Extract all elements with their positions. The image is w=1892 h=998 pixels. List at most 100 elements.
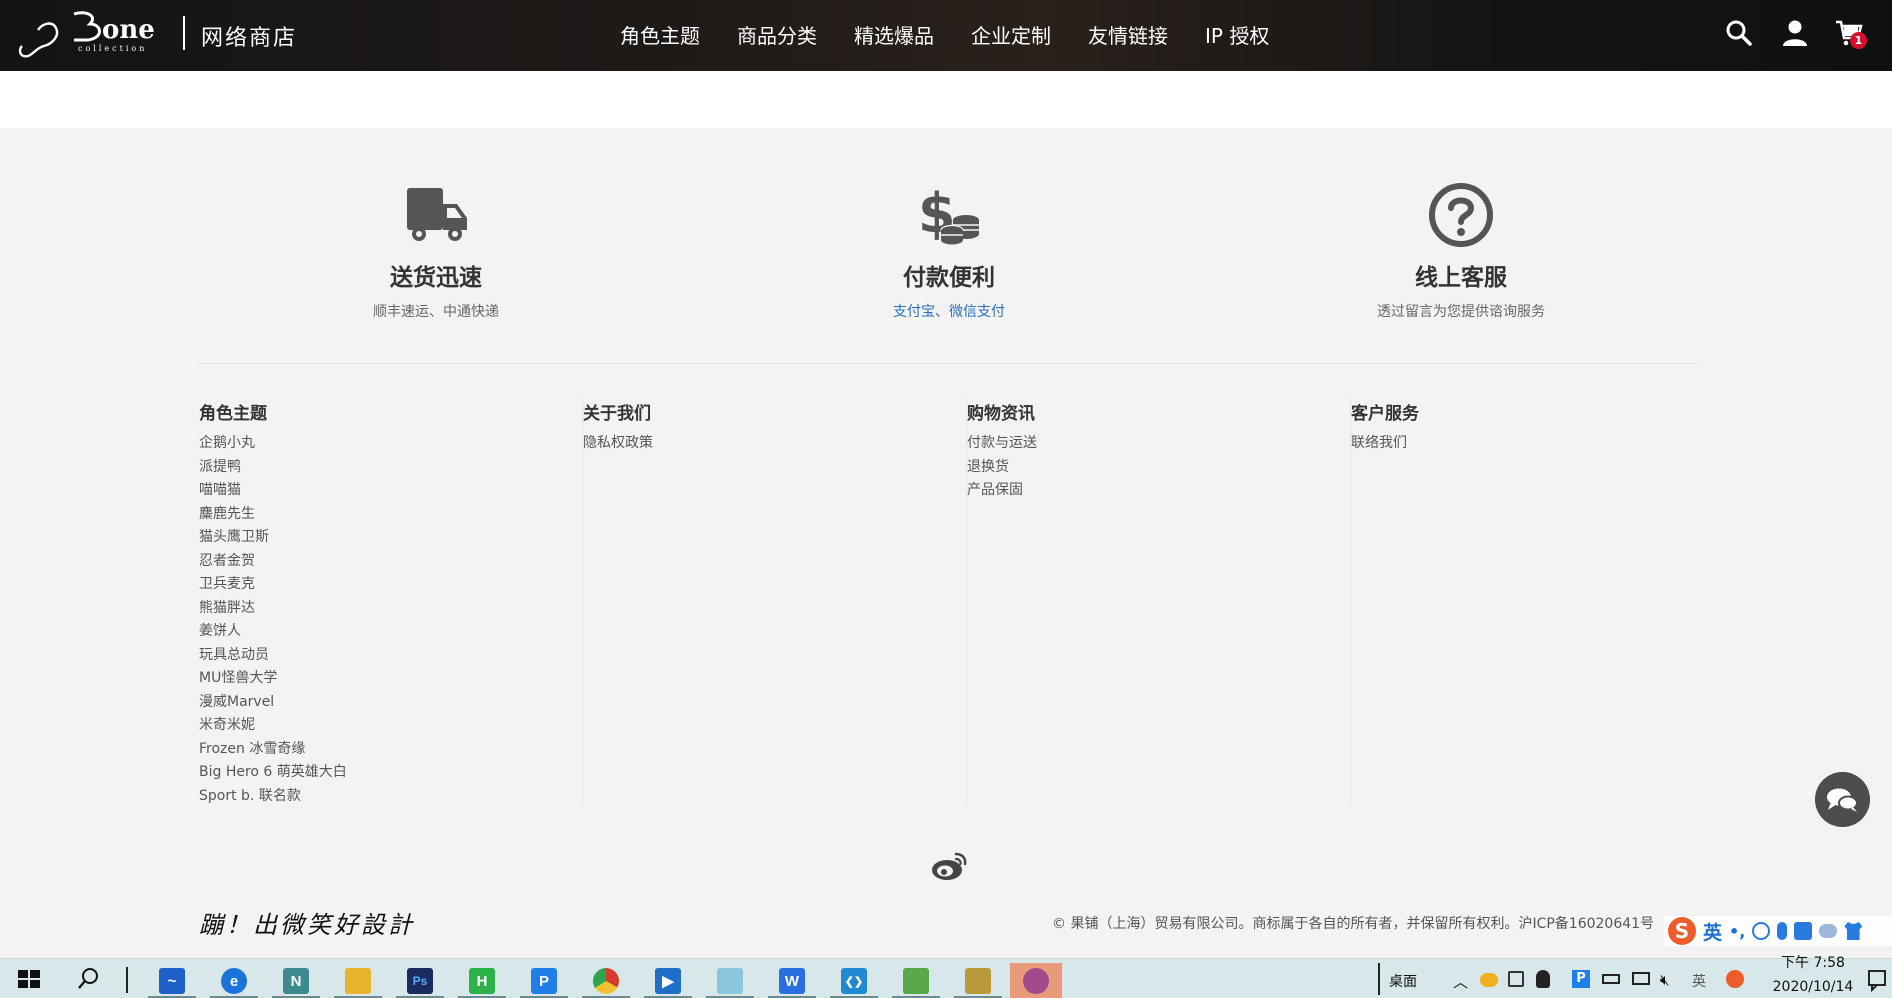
- footer-link[interactable]: 付款与运送: [967, 432, 1350, 456]
- screen-tray-icon[interactable]: [1508, 971, 1524, 987]
- nav-item-enterprise-custom[interactable]: 企业定制: [971, 20, 1051, 49]
- footer-col-title: 角色主题: [199, 404, 267, 424]
- footer-link[interactable]: 漫威Marvel: [199, 691, 582, 715]
- taskbar-app-file-explorer[interactable]: [332, 963, 384, 998]
- sogou-tray-icon[interactable]: [1726, 970, 1744, 988]
- search-icon[interactable]: [1724, 18, 1754, 48]
- taskbar-app-notepad-plus[interactable]: N: [270, 963, 322, 998]
- qq-tray-icon[interactable]: [1536, 970, 1550, 988]
- taskbar-app-music[interactable]: [1010, 963, 1062, 998]
- footer-link[interactable]: 姜饼人: [199, 620, 582, 644]
- folder-app-icon: [965, 968, 991, 994]
- ime-tray-indicator[interactable]: 英: [1692, 971, 1706, 991]
- nav-item-product-categories[interactable]: 商品分类: [737, 20, 817, 49]
- sogou-logo-icon[interactable]: S: [1668, 917, 1696, 945]
- footer-col-title: 客户服务: [1351, 404, 1419, 424]
- footer-link[interactable]: Sport b. 联名款: [199, 785, 582, 809]
- volume-muted-icon[interactable]: 🔇︎: [1660, 971, 1669, 989]
- copyright-text: © 果铺（上海）贸易有限公司。商标属于各自的所有者，并保留所有权利。沪ICP备1…: [1052, 916, 1655, 932]
- pp-icon: P: [531, 968, 557, 994]
- footer-link[interactable]: 企鹅小丸: [199, 432, 582, 456]
- punctuation-icon[interactable]: •,: [1729, 922, 1745, 941]
- taskbar-app-photoshop[interactable]: Ps: [394, 963, 446, 998]
- footer-link[interactable]: 米奇米妮: [199, 714, 582, 738]
- footer-link[interactable]: 熊猫胖达: [199, 597, 582, 621]
- footer-link[interactable]: 联络我们: [1351, 432, 1735, 456]
- taskbar-app-image-viewer[interactable]: [890, 963, 942, 998]
- taskbar-search-icon[interactable]: [74, 959, 104, 998]
- user-icon[interactable]: [1780, 18, 1810, 48]
- desktop-toolbar-label[interactable]: 桌面: [1389, 971, 1417, 991]
- chrome-icon: [593, 968, 619, 994]
- chat-icon[interactable]: [1815, 772, 1870, 827]
- footer-link[interactable]: 喵喵猫: [199, 479, 582, 503]
- nav-item-featured-hits[interactable]: 精选爆品: [854, 20, 934, 49]
- chevron-up-icon[interactable]: ︿: [1453, 971, 1468, 992]
- footer-link[interactable]: 隐私权政策: [583, 432, 966, 456]
- footer-link[interactable]: 卫兵麦克: [199, 573, 582, 597]
- svg-text:collection: collection: [78, 44, 147, 53]
- weibo-icon[interactable]: [930, 850, 968, 882]
- footer-link[interactable]: Big Hero 6 萌英雄大白: [199, 761, 582, 785]
- taskbar-app-vscode[interactable]: ❮❯: [828, 963, 880, 998]
- pp-tray-icon[interactable]: P: [1572, 970, 1590, 988]
- clock-date: 2020/10/14: [1772, 979, 1854, 995]
- footer-col-title: 购物资讯: [967, 404, 1035, 424]
- footer-col-shopping-info: 购物资讯 付款与运送 退换货 产品保固: [967, 399, 1351, 805]
- image-viewer-icon: [903, 968, 929, 994]
- taskbar-app-pp[interactable]: P: [518, 963, 570, 998]
- nav-item-ip-license[interactable]: IP 授权: [1205, 20, 1269, 49]
- main-nav: 角色主题 商品分类 精选爆品 企业定制 友情链接 IP 授权: [620, 20, 1306, 49]
- content-area: [0, 71, 1892, 128]
- footer-link[interactable]: MU怪兽大学: [199, 667, 582, 691]
- bone-logo[interactable]: one collection: [16, 6, 170, 60]
- footer-link[interactable]: 玩具总动员: [199, 644, 582, 668]
- taskbar-app-hbuilder[interactable]: H: [456, 963, 508, 998]
- footer-divider: [199, 363, 1699, 364]
- feature-title: 付款便利: [903, 265, 995, 291]
- nav-item-character-themes[interactable]: 角色主题: [620, 20, 700, 49]
- taskbar-app-folder[interactable]: [952, 963, 1004, 998]
- microphone-icon[interactable]: [1777, 922, 1788, 940]
- truck-icon: [407, 188, 467, 241]
- battery-icon[interactable]: [1602, 974, 1620, 984]
- taskbar-app-chrome[interactable]: [580, 963, 632, 998]
- footer-link[interactable]: 退换货: [967, 456, 1350, 480]
- feature-desc: 透过留言为您提供谘询服务: [1377, 304, 1545, 320]
- photoshop-icon: Ps: [407, 968, 433, 994]
- notification-icon[interactable]: [1866, 959, 1888, 998]
- dollar-coins-icon: $: [918, 182, 979, 245]
- feature-online-service: 线上客服 透过留言为您提供谘询服务: [1311, 180, 1611, 321]
- taskbar-app-edge[interactable]: e: [208, 963, 260, 998]
- logo-divider: [183, 16, 185, 50]
- taskbar-app-notes[interactable]: [704, 963, 756, 998]
- windows-start-icon[interactable]: [14, 959, 44, 998]
- taskbar-app-media-player[interactable]: ▶: [642, 963, 694, 998]
- footer-link[interactable]: 猫头鹰卫斯: [199, 526, 582, 550]
- wps-icon: W: [779, 968, 805, 994]
- feature-title: 线上客服: [1415, 265, 1507, 291]
- emoji-icon[interactable]: [1752, 922, 1771, 940]
- footer-link[interactable]: Frozen 冰雪奇缘: [199, 738, 582, 762]
- keyboard-icon[interactable]: [1794, 922, 1813, 940]
- feature-fast-delivery: 送货迅速 顺丰速运、中通快递: [286, 180, 586, 321]
- ime-mode-toggle[interactable]: 英: [1703, 918, 1722, 945]
- taskbar-app-whiteboard[interactable]: ~: [146, 963, 198, 998]
- vscode-icon: ❮❯: [841, 968, 867, 994]
- footer-link[interactable]: 麋鹿先生: [199, 503, 582, 527]
- nav-item-friend-links[interactable]: 友情链接: [1088, 20, 1168, 49]
- network-icon[interactable]: [1632, 972, 1650, 985]
- music-app-icon: [1023, 968, 1049, 994]
- edge-icon: e: [221, 968, 247, 994]
- skin-icon[interactable]: [1819, 924, 1838, 938]
- store-name[interactable]: 网络商店: [201, 20, 297, 52]
- footer-link[interactable]: 产品保固: [967, 479, 1350, 503]
- footer-link[interactable]: 派提鸭: [199, 456, 582, 480]
- system-clock[interactable]: 下午 7:58 2020/10/14: [1763, 955, 1863, 997]
- taskbar-app-wps[interactable]: W: [766, 963, 818, 998]
- shirt-icon[interactable]: [1844, 922, 1863, 940]
- footer-link[interactable]: 忍者金贺: [199, 550, 582, 574]
- weather-tray-icon[interactable]: [1480, 973, 1498, 987]
- payment-methods-link[interactable]: 支付宝、微信支付: [799, 301, 1099, 321]
- notepad-plus-icon: N: [283, 968, 309, 994]
